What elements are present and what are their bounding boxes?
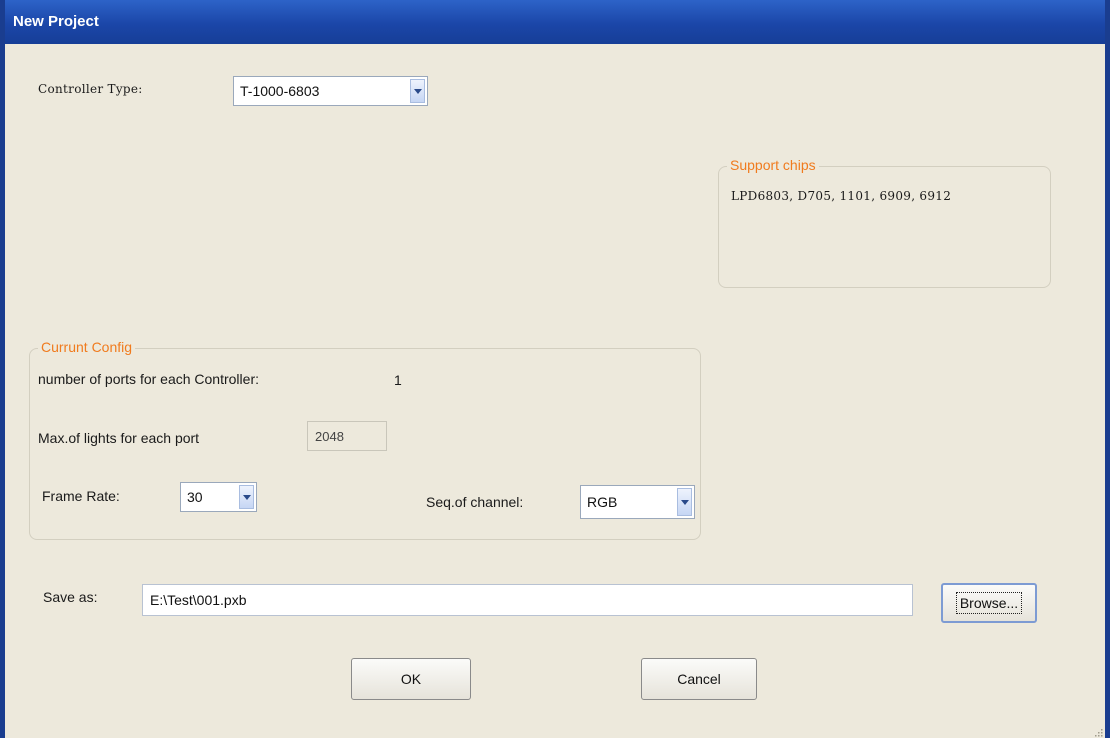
current-config-title: Currunt Config [38,339,136,355]
frame-rate-select[interactable]: 30 [180,482,257,512]
controller-type-label: Controller Type: [38,82,143,96]
seq-channel-value: RGB [587,494,618,510]
controller-type-select[interactable]: T-1000-6803 [233,76,428,106]
support-chips-group: Support chips LPD6803, D705, 1101, 6909,… [718,157,1051,288]
support-chips-title: Support chips [727,157,819,173]
title-bar[interactable]: New Project [5,0,1105,44]
ports-label: number of ports for each Controller: [38,371,259,387]
browse-button-label: Browse... [955,592,1023,614]
cancel-button[interactable]: Cancel [641,658,757,700]
cancel-button-label: Cancel [677,671,721,687]
resize-grip-icon[interactable] [1093,724,1103,737]
controller-type-value: T-1000-6803 [240,83,320,99]
chevron-down-icon[interactable] [239,485,254,509]
support-chips-list: LPD6803, D705, 1101, 6909, 6912 [731,189,952,203]
save-as-label: Save as: [43,589,98,605]
dialog-body: Controller Type: T-1000-6803 Support chi… [5,44,1105,738]
max-lights-value: 2048 [315,428,344,444]
window-title: New Project [13,13,99,30]
ok-button[interactable]: OK [351,658,471,700]
max-lights-field: 2048 [307,421,387,451]
ports-value: 1 [394,372,402,388]
frame-rate-label: Frame Rate: [42,488,120,504]
max-lights-label: Max.of lights for each port [38,430,200,446]
frame-rate-value: 30 [187,489,203,505]
seq-channel-label: Seq.of channel: [426,494,524,510]
new-project-dialog: New Project Controller Type: T-1000-6803… [0,0,1110,738]
save-path-value: E:\Test\001.pxb [150,592,247,608]
chevron-down-icon[interactable] [410,79,425,103]
chevron-down-icon[interactable] [677,488,692,516]
save-path-input[interactable]: E:\Test\001.pxb [142,584,913,616]
ok-button-label: OK [400,671,422,687]
browse-button[interactable]: Browse... [941,583,1037,623]
seq-channel-select[interactable]: RGB [580,485,695,519]
